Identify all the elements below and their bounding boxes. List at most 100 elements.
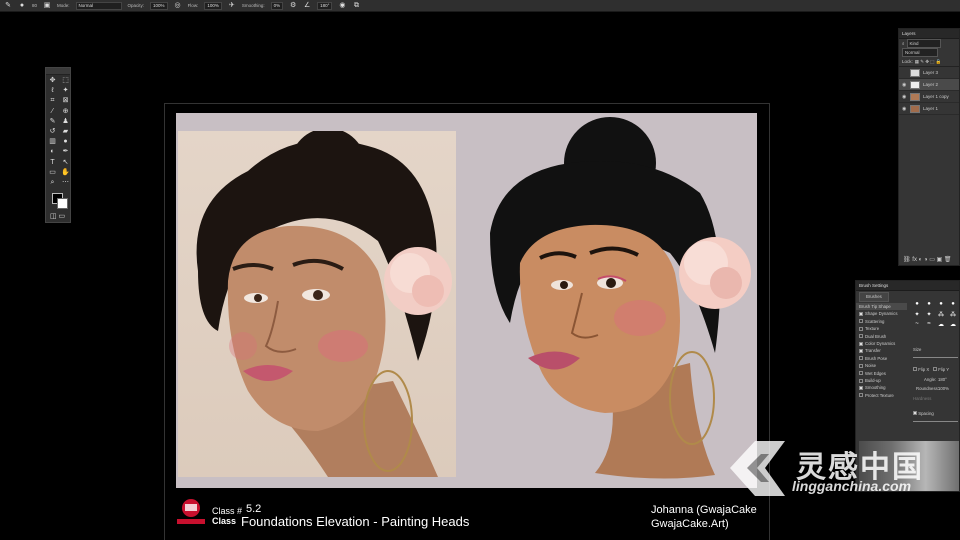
brush-settings-title[interactable]: Brush Settings xyxy=(856,281,959,291)
move-tool-icon[interactable]: ✥ xyxy=(46,76,59,86)
brush-option-row[interactable]: Brush Tip Shape xyxy=(856,303,907,311)
smoothing-input[interactable]: 0% xyxy=(270,1,284,10)
history-brush-icon[interactable]: ↺ xyxy=(46,127,59,137)
brushes-button[interactable]: Brushes xyxy=(859,292,889,302)
layer-name: Layer 1 xyxy=(923,106,939,111)
checkbox[interactable] xyxy=(859,378,863,383)
checkbox[interactable] xyxy=(859,349,863,354)
brush-option-row[interactable]: Brush Pose xyxy=(856,355,959,362)
checkbox[interactable] xyxy=(859,312,863,317)
layer-thumbnail xyxy=(910,92,920,101)
brush-size-value: 80 xyxy=(32,3,38,8)
airbrush-icon[interactable]: ✈ xyxy=(228,2,236,10)
angle-label: Angle: xyxy=(924,377,937,382)
crop-tool-icon[interactable]: ⌗ xyxy=(46,96,59,106)
eye-icon[interactable]: ◉ xyxy=(902,82,907,88)
hand-tool-icon[interactable]: ✋ xyxy=(59,168,72,178)
eyedropper-tool-icon[interactable]: ⁄ xyxy=(46,107,59,117)
checkbox[interactable] xyxy=(859,393,863,398)
quick-mask-icon[interactable]: ◫ ▭ xyxy=(50,212,65,220)
lock-label: Lock: xyxy=(902,58,913,64)
layer-row[interactable]: ◉ Layer 1 xyxy=(899,103,959,115)
dodge-tool-icon[interactable]: ◐ xyxy=(46,147,59,157)
flip-x-checkbox[interactable]: Flip X xyxy=(913,367,929,372)
flow-input[interactable]: 100% xyxy=(204,1,222,10)
layer-thumbnail xyxy=(910,80,920,89)
lasso-tool-icon[interactable]: ℓ xyxy=(46,86,59,96)
layer-name: Layer 1 copy xyxy=(923,94,949,99)
size-slider[interactable] xyxy=(913,357,958,358)
portrait-painting xyxy=(490,117,751,479)
layer-row[interactable]: ◉ Layer 1 copy xyxy=(899,91,959,103)
options-bar: ✎ ● 80 ▣ Mode: Normal Opacity: 100% ◎ Fl… xyxy=(0,0,960,12)
eraser-tool-icon[interactable]: ▰ xyxy=(59,127,72,137)
stamp-tool-icon[interactable]: ♟ xyxy=(59,117,72,127)
checkbox[interactable] xyxy=(859,371,863,376)
checkbox[interactable] xyxy=(859,326,863,331)
background-color-swatch[interactable] xyxy=(57,198,68,209)
mode-label: Mode: xyxy=(57,3,70,8)
artist-website: GwajaCake.Art) xyxy=(651,518,729,530)
mode-select[interactable]: Normal xyxy=(75,1,122,10)
rectangle-tool-icon[interactable]: ▭ xyxy=(46,168,59,178)
spacing-slider[interactable] xyxy=(913,421,958,422)
hardness-label: Hardness xyxy=(913,396,932,401)
checkbox[interactable] xyxy=(859,319,863,324)
kind-filter-select[interactable]: Kind xyxy=(906,38,941,49)
brush-settings-toggle-icon[interactable]: ▣ xyxy=(43,2,51,10)
flip-y-checkbox[interactable]: Flip Y xyxy=(933,367,949,372)
checkbox[interactable] xyxy=(859,363,863,368)
gradient-tool-icon[interactable]: ▥ xyxy=(46,137,59,147)
marquee-tool-icon[interactable]: ⬚ xyxy=(59,76,72,86)
checkbox[interactable] xyxy=(859,385,863,390)
checkbox[interactable] xyxy=(859,334,863,339)
opacity-input[interactable]: 100% xyxy=(150,1,168,10)
more-tools-icon[interactable]: ⋯ xyxy=(59,178,72,188)
type-tool-icon[interactable]: T xyxy=(46,158,59,168)
opacity-label: Opacity: xyxy=(127,3,145,8)
flow-label: Flow: xyxy=(187,3,199,8)
blend-mode-select[interactable]: Normal xyxy=(902,47,938,58)
eye-icon[interactable]: ◉ xyxy=(902,106,907,112)
roundness-label: Roundness: xyxy=(916,386,939,391)
brush-tool-icon[interactable]: ✎ xyxy=(46,117,59,127)
smoothing-label: Smoothing: xyxy=(241,3,265,8)
layer-row[interactable]: ◉ Layer 2 xyxy=(899,79,959,91)
layer-thumbnail xyxy=(910,68,920,77)
checkbox[interactable] xyxy=(859,341,863,346)
brush-option-row[interactable]: Transfer xyxy=(856,347,959,354)
magic-wand-tool-icon[interactable]: ✦ xyxy=(59,86,72,96)
layer-name: Layer 2 xyxy=(923,82,939,87)
brush-tool-icon[interactable]: ✎ xyxy=(4,2,12,10)
layers-panel: Layers ⌕ Kind Normal Lock: ▦ ✎ ✥ ⬚ 🔒 Lay… xyxy=(898,28,960,266)
tools-panel: ✥ ⬚ ℓ ✦ ⌗ ⊠ ⁄ ⊕ ✎ ♟ ↺ ▰ ▥ ● ◐ ✒ T ↖ ▭ ✋ … xyxy=(45,67,71,223)
layer-row[interactable]: Layer 3 xyxy=(899,67,959,79)
brush-option-row[interactable]: Protect Texture xyxy=(856,392,959,399)
angle-input[interactable]: 180° xyxy=(317,1,333,10)
path-select-tool-icon[interactable]: ↖ xyxy=(59,158,72,168)
size-label: Size xyxy=(913,347,922,352)
brush-tip-grid[interactable]: ● ● ● ● ✦ ✦ ⁂ ⁂ ~ ≈ ☁ ☁ xyxy=(911,301,959,343)
layer-thumbnail xyxy=(910,104,920,113)
zoom-tool-icon[interactable]: ⌕ xyxy=(46,178,59,188)
brush-size-icon[interactable]: ● xyxy=(18,2,26,10)
blur-tool-icon[interactable]: ● xyxy=(59,137,72,147)
roundness-value[interactable]: 100% xyxy=(938,386,949,391)
eye-icon[interactable]: ◉ xyxy=(902,94,907,100)
gear-icon[interactable]: ⚙ xyxy=(289,2,297,10)
healing-tool-icon[interactable]: ⊕ xyxy=(59,107,72,117)
lock-icons[interactable]: ▦ ✎ ✥ ⬚ 🔒 xyxy=(915,58,942,65)
frame-tool-icon[interactable]: ⊠ xyxy=(59,96,72,106)
pressure-opacity-icon[interactable]: ◎ xyxy=(174,2,182,10)
layer-actions-icons[interactable]: ⛓ fx ◐ ◑ ▭ ▣ 🗑 xyxy=(903,256,952,263)
tools-panel-grip[interactable] xyxy=(46,68,70,75)
pen-tool-icon[interactable]: ✒ xyxy=(59,147,72,157)
layers-panel-title[interactable]: Layers xyxy=(899,29,959,39)
symmetry-icon[interactable]: ⧉ xyxy=(352,2,360,10)
watermark-url: lingganchina.com xyxy=(792,478,912,494)
angle-icon: ∠ xyxy=(303,1,311,9)
checkbox[interactable] xyxy=(859,356,863,361)
angle-value[interactable]: 180° xyxy=(938,377,947,382)
spacing-checkbox[interactable]: Spacing xyxy=(913,411,934,416)
pressure-size-icon[interactable]: ◉ xyxy=(338,2,346,10)
